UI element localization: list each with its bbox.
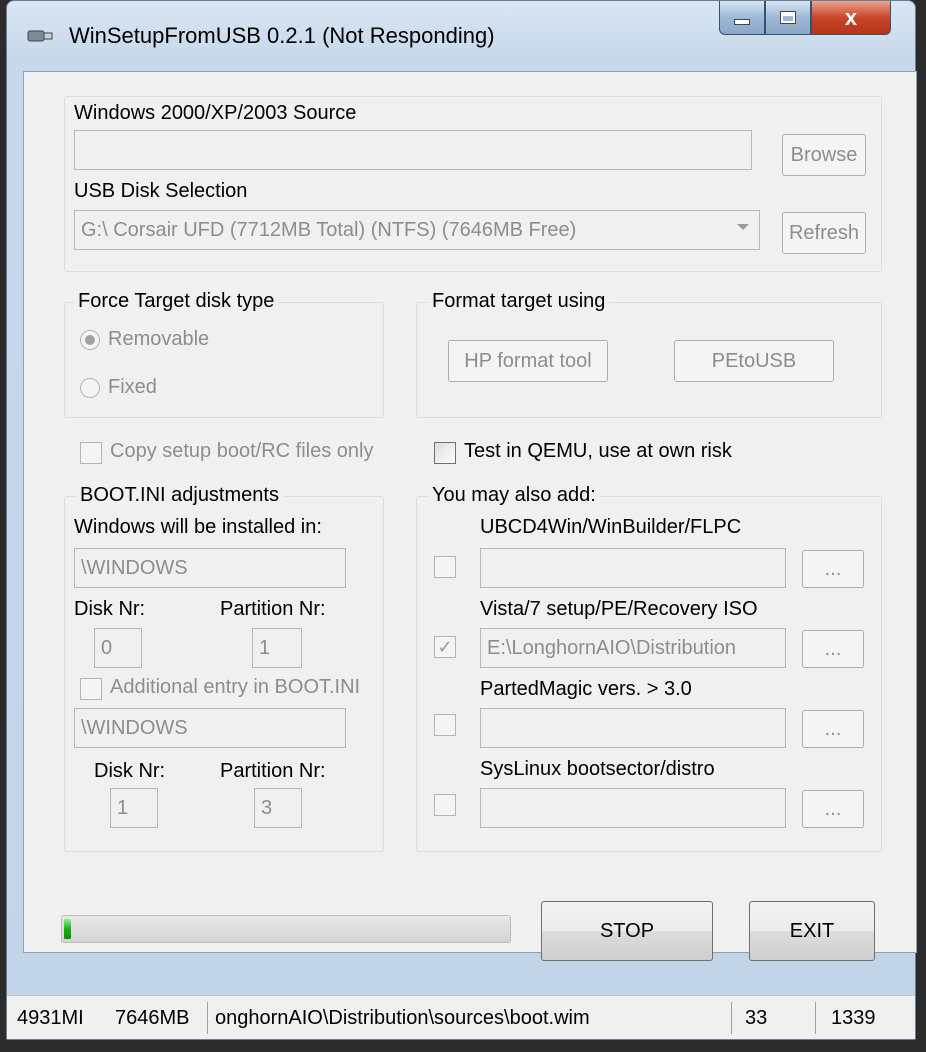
refresh-button[interactable]: Refresh [782,212,866,254]
source-path-field[interactable] [74,130,752,170]
maximize-icon [781,12,795,23]
additional-entry-label: Additional entry in BOOT.INI [110,676,361,698]
removable-label: Removable [108,328,210,350]
petousb-button[interactable]: PEtoUSB [674,340,834,382]
installed-in-label: Windows will be installed in: [74,516,322,538]
status-separator [815,1002,816,1034]
status-panel-5: 1339 [831,1006,876,1029]
status-panel-1: 4931MI [17,1006,84,1029]
app-window: WinSetupFromUSB 0.2.1 (Not Responding) x… [6,0,917,1040]
addon-path-partedmagic[interactable] [480,708,786,748]
close-button[interactable]: x [811,1,891,35]
fixed-radio[interactable] [80,378,100,398]
addon-label-ubcd4win: UBCD4Win/WinBuilder/FLPC [480,516,742,538]
disk-nr2-field[interactable]: 1 [110,788,158,828]
force-target-title: Force Target disk type [74,290,279,313]
additional-entry-field[interactable]: \WINDOWS [74,708,346,748]
disk-nr2-label: Disk Nr: [94,760,166,782]
format-target-title: Format target using [428,290,610,313]
stop-button[interactable]: STOP [541,901,713,961]
exit-button[interactable]: EXIT [749,901,875,961]
addon-checkbox-partedmagic[interactable] [434,714,456,736]
title-bar[interactable]: WinSetupFromUSB 0.2.1 (Not Responding) x [7,1,915,71]
removable-radio[interactable] [80,330,100,350]
partition-nr2-field[interactable]: 3 [254,788,302,828]
usb-drive-icon [27,30,53,42]
addon-checkbox-syslinux[interactable] [434,794,456,816]
status-separator [731,1002,732,1034]
force-target-group [64,302,384,418]
source-label: Windows 2000/XP/2003 Source [74,102,357,124]
close-icon: x [844,4,858,30]
usb-disk-dropdown[interactable]: G:\ Corsair UFD (7712MB Total) (NTFS) (7… [74,210,760,250]
status-bar: 4931MI 7646MB onghornAIO\Distribution\so… [7,995,915,1039]
maximize-button[interactable] [765,1,811,35]
addon-label-vista7: Vista/7 setup/PE/Recovery ISO [480,598,758,620]
chevron-down-icon [737,224,749,230]
addons-title: You may also add: [428,484,600,507]
addon-browse-vista7[interactable]: ... [802,630,864,668]
test-qemu-checkbox[interactable] [434,442,456,464]
status-panel-3: onghornAIO\Distribution\sources\boot.wim [215,1006,590,1029]
status-separator [207,1002,208,1034]
status-panel-4: 33 [745,1006,768,1029]
addon-checkbox-ubcd4win[interactable] [434,556,456,578]
progress-bar [61,915,511,943]
bootini-title: BOOT.INI adjustments [76,484,283,507]
addon-browse-partedmagic[interactable]: ... [802,710,864,748]
additional-entry-checkbox[interactable] [80,678,102,700]
addon-path-syslinux[interactable] [480,788,786,828]
progress-fill [64,919,71,939]
addon-checkbox-vista7[interactable]: ✓ [434,636,456,658]
minimize-button[interactable] [719,1,765,35]
test-qemu-label: Test in QEMU, use at own risk [464,440,732,462]
radio-selected-dot [85,335,95,345]
addon-label-partedmagic: PartedMagic vers. > 3.0 [480,678,692,700]
browse-button[interactable]: Browse [782,134,866,176]
addon-browse-ubcd4win[interactable]: ... [802,550,864,588]
minimize-icon [734,18,750,25]
partition-nr-field[interactable]: 1 [252,628,302,668]
addon-path-ubcd4win[interactable] [480,548,786,588]
usb-disk-selected: G:\ Corsair UFD (7712MB Total) (NTFS) (7… [81,218,577,241]
copy-setup-label: Copy setup boot/RC files only [110,440,374,462]
copy-setup-checkbox[interactable] [80,442,102,464]
window-title: WinSetupFromUSB 0.2.1 (Not Responding) [69,23,495,48]
addon-browse-syslinux[interactable]: ... [802,790,864,828]
partition-nr-label: Partition Nr: [220,598,326,620]
addon-path-vista7[interactable]: E:\LonghornAIO\Distribution [480,628,786,668]
disk-nr-field[interactable]: 0 [94,628,142,668]
status-panel-2: 7646MB [115,1006,190,1029]
addon-label-syslinux: SysLinux bootsector/distro [480,758,715,780]
usb-disk-label: USB Disk Selection [74,180,248,202]
disk-nr-label: Disk Nr: [74,598,146,620]
client-area: Windows 2000/XP/2003 Source Browse USB D… [23,71,917,953]
fixed-label: Fixed [108,376,157,398]
installed-in-field[interactable]: \WINDOWS [74,548,346,588]
caption-buttons: x [719,1,891,39]
hp-format-tool-button[interactable]: HP format tool [448,340,608,382]
checkmark-icon: ✓ [437,636,453,657]
partition-nr2-label: Partition Nr: [220,760,326,782]
